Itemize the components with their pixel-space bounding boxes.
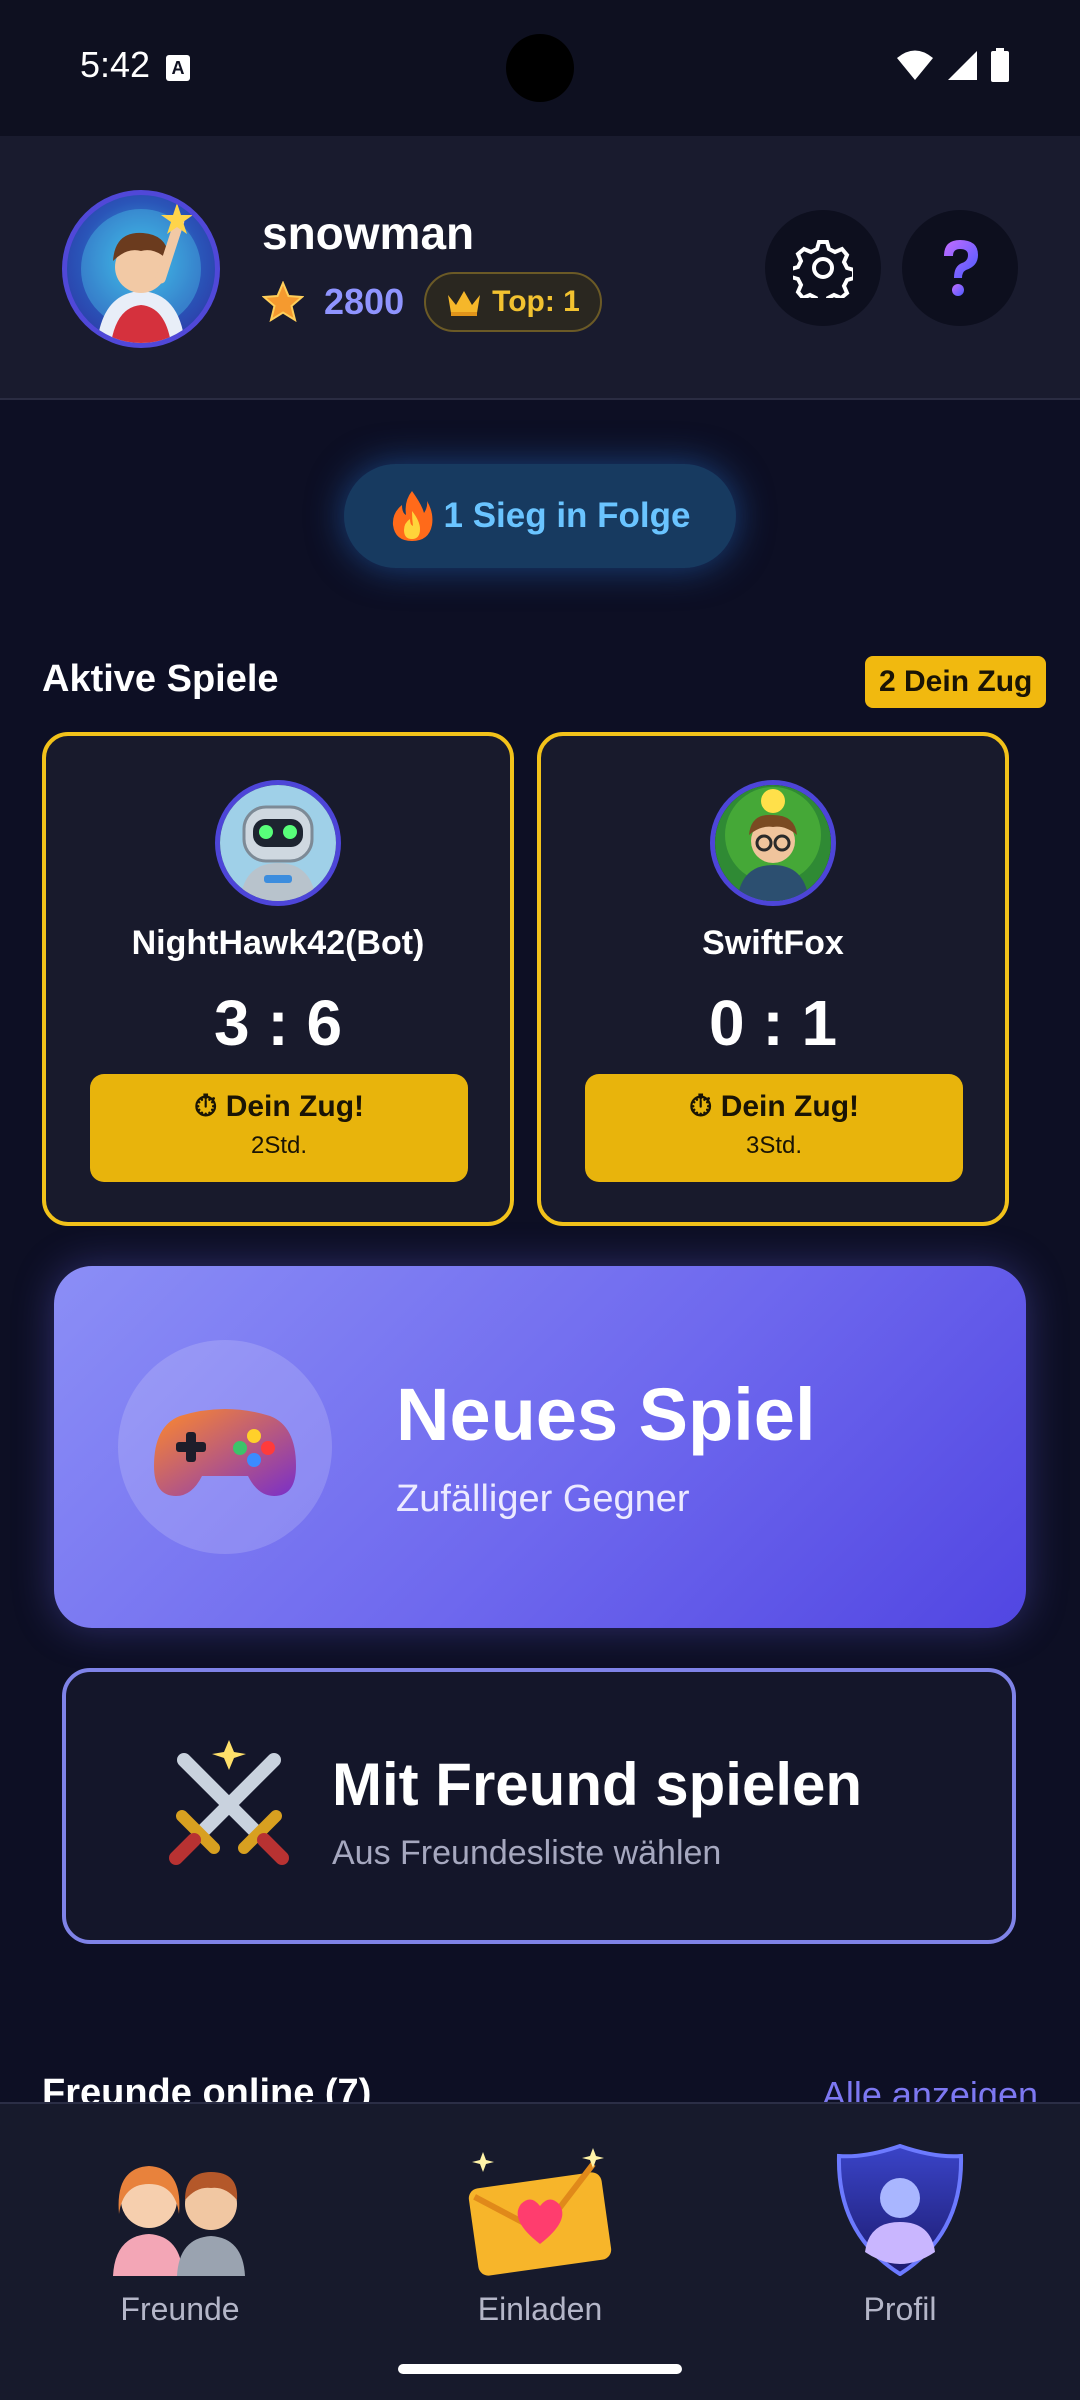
active-game-card[interactable]: SwiftFox 0 : 1 ⏱ Dein Zug! 3Std. bbox=[537, 732, 1009, 1226]
question-icon bbox=[944, 240, 978, 296]
active-game-card[interactable]: NightHawk42(Bot) 3 : 6 ⏱ Dein Zug! 2Std. bbox=[42, 732, 514, 1226]
nav-friends[interactable]: Freunde bbox=[80, 2144, 280, 2328]
new-game-button[interactable]: Neues Spiel Zufälliger Gegner bbox=[54, 1266, 1026, 1628]
play-with-friend-title: Mit Freund spielen bbox=[332, 1751, 863, 1818]
nav-friends-label: Freunde bbox=[120, 2291, 240, 2327]
fire-icon bbox=[392, 491, 432, 541]
camera-cutout bbox=[506, 34, 574, 102]
avatar-illustration bbox=[81, 203, 201, 343]
nav-profile-label: Profil bbox=[863, 2291, 937, 2327]
opponent-avatar bbox=[215, 780, 341, 906]
online-friends-header: Freunde online (7) Alle anzeigen bbox=[0, 2060, 1080, 2102]
opponent-name: NightHawk42(Bot) bbox=[131, 924, 425, 962]
settings-button[interactable] bbox=[765, 210, 881, 326]
home-indicator[interactable] bbox=[398, 2364, 682, 2374]
crown-icon bbox=[448, 291, 481, 316]
turn-time: 2Std. bbox=[250, 1132, 308, 1159]
username: snowman bbox=[262, 207, 475, 259]
your-turn-button[interactable]: ⏱ Dein Zug! 3Std. bbox=[585, 1074, 963, 1182]
profile-header: snowman 2800 Top: 1 bbox=[0, 136, 1080, 400]
turn-time: 3Std. bbox=[745, 1132, 803, 1159]
new-game-title: Neues Spiel bbox=[396, 1373, 816, 1456]
envelope-heart-icon bbox=[468, 2148, 612, 2276]
points-value: 2800 bbox=[324, 281, 405, 322]
robot-avatar-icon bbox=[220, 785, 336, 901]
wifi-icon bbox=[897, 50, 933, 80]
your-turn-label: ⏱ Dein Zug! bbox=[193, 1090, 365, 1123]
your-turn-count-badge: 2 Dein Zug bbox=[865, 656, 1047, 708]
profile-shield-icon bbox=[836, 2143, 964, 2277]
play-with-friend-subtitle: Aus Freundesliste wählen bbox=[332, 1834, 722, 1872]
status-time: 5:42 bbox=[80, 44, 151, 85]
help-button[interactable] bbox=[902, 210, 1018, 326]
new-game-subtitle: Zufälliger Gegner bbox=[396, 1478, 690, 1520]
game-score: 3 : 6 bbox=[213, 987, 343, 1059]
game-score: 0 : 1 bbox=[708, 987, 838, 1059]
win-streak-badge: 1 Sieg in Folge bbox=[344, 464, 736, 568]
stats-row: 2800 Top: 1 bbox=[262, 272, 602, 332]
battery-icon bbox=[991, 48, 1009, 82]
your-turn-label: ⏱ Dein Zug! bbox=[688, 1090, 860, 1123]
star-icon bbox=[262, 281, 304, 323]
show-all-link[interactable]: Alle anzeigen bbox=[822, 2074, 1038, 2102]
fox-avatar-icon bbox=[715, 785, 831, 901]
your-turn-button[interactable]: ⏱ Dein Zug! 2Std. bbox=[90, 1074, 468, 1182]
online-friends-title: Freunde online (7) bbox=[42, 2072, 372, 2102]
gamepad-icon bbox=[154, 1409, 296, 1496]
play-with-friend-button[interactable]: Mit Freund spielen Aus Freundesliste wäh… bbox=[62, 1668, 1016, 1944]
opponent-name: SwiftFox bbox=[702, 924, 844, 962]
signal-icon bbox=[948, 51, 977, 80]
notification-icon: A bbox=[166, 55, 190, 81]
active-games-title: Aktive Spiele bbox=[42, 658, 279, 700]
nav-invite-label: Einladen bbox=[477, 2291, 603, 2327]
bottom-navigation: Freunde Einladen Profil bbox=[0, 2102, 1080, 2400]
status-bar: 5:42 A bbox=[0, 0, 1080, 136]
gear-icon bbox=[793, 240, 853, 298]
win-streak-text: 1 Sieg in Folge bbox=[443, 496, 691, 535]
nav-profile[interactable]: Profil bbox=[800, 2143, 1000, 2328]
status-icons bbox=[896, 48, 1010, 82]
opponent-avatar bbox=[710, 780, 836, 906]
crossed-swords-icon bbox=[169, 1740, 289, 1865]
rank-badge: Top: 1 bbox=[424, 272, 602, 332]
new-game-icon-circle bbox=[118, 1340, 332, 1554]
user-avatar[interactable] bbox=[62, 190, 220, 348]
friends-icon bbox=[113, 2166, 245, 2276]
nav-invite[interactable]: Einladen bbox=[440, 2144, 640, 2328]
rank-label: Top: 1 bbox=[492, 285, 580, 318]
